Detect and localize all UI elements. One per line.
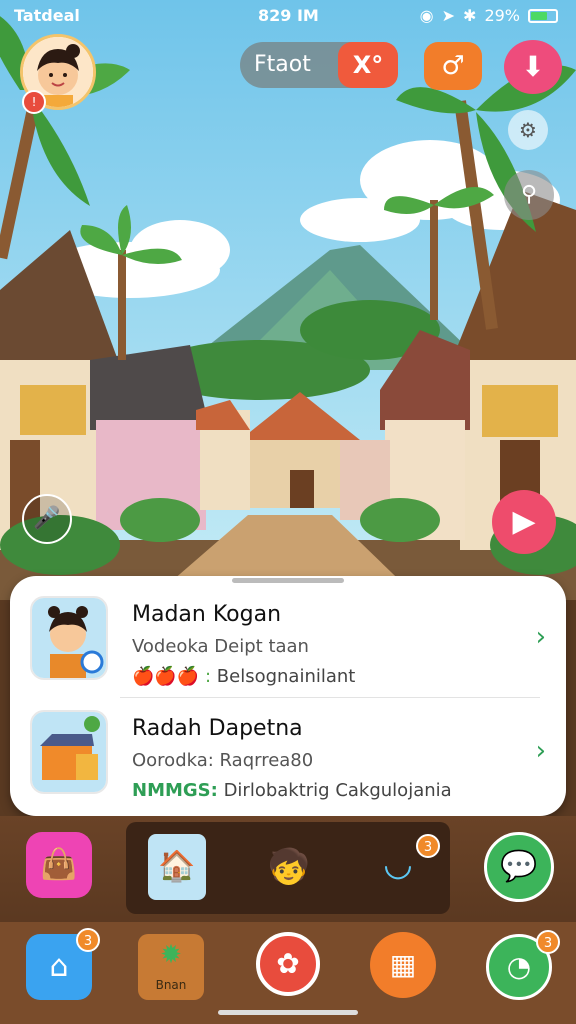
bag-icon: 👜 — [40, 847, 78, 882]
boy-character-icon: 🧒 — [267, 847, 311, 887]
mode-pill[interactable]: Ftaot X° — [240, 42, 398, 88]
nav-inventory[interactable]: ▦ — [370, 932, 436, 998]
list-item-tag: NMMGS: — [132, 780, 218, 801]
message-icon: ◔ — [506, 950, 532, 983]
list-item-title: Madan Kogan — [132, 602, 282, 627]
tree-icon: ✹ — [160, 940, 182, 970]
play-button[interactable]: ▶ — [492, 490, 556, 554]
sheet-handle[interactable] — [232, 578, 344, 583]
treasure-chest-icon — [32, 712, 106, 792]
status-icons: ◉ ➤ ✱ 29% — [420, 6, 558, 25]
microphone-icon: 🎤 — [33, 506, 61, 531]
settings-button[interactable]: ⚙ — [508, 110, 548, 150]
status-bar: Tatdeal 829 IM ◉ ➤ ✱ 29% — [0, 0, 576, 30]
reward-icons: 🍎🍎🍎 : — [132, 666, 212, 687]
download-button[interactable]: ⬇ — [504, 40, 562, 94]
chat-bubble-icon: 💬 — [500, 849, 538, 884]
play-icon: ▶ — [512, 504, 536, 539]
gender-icon: ♂ — [441, 51, 465, 81]
microphone-button[interactable]: 🎤 — [22, 494, 72, 544]
carrier-label: Tatdeal — [14, 6, 80, 25]
list-item-extra-text: Belsognainilant — [216, 666, 356, 687]
close-mode-button[interactable]: X° — [338, 42, 398, 88]
home-badge: 3 — [76, 928, 100, 952]
list-item-subtitle: Oorodka: Raqrrea80 — [132, 750, 314, 771]
profile-alert-badge: ! — [22, 90, 46, 114]
chevron-right-icon[interactable]: › — [536, 736, 546, 766]
character-slot[interactable]: 🧒 — [260, 834, 318, 900]
battery-percent: 29% — [484, 6, 520, 25]
home-icon: ⌂ — [49, 949, 69, 984]
gear-icon: ⚙ — [519, 118, 537, 142]
chat-button[interactable]: 💬 — [484, 832, 554, 902]
list-item-subtitle: Vodeoka Deipt taan — [132, 636, 309, 657]
house-slot[interactable]: 🏠 — [148, 834, 206, 900]
list-item[interactable]: Radah Dapetna Oorodka: Raqrrea80 NMMGS: … — [30, 710, 546, 810]
nav-store-label: Bnan — [155, 978, 187, 992]
bluetooth-icon: ✱ — [463, 6, 477, 25]
gear-icon: ✿ — [276, 947, 300, 980]
location-icon: ➤ — [441, 6, 456, 25]
bowl-icon: ◡ — [383, 844, 413, 884]
shop-bag-button[interactable]: 👜 — [26, 832, 92, 898]
chevron-right-icon[interactable]: › — [536, 622, 546, 652]
item-thumbnail — [30, 710, 108, 794]
clock: 829 IM — [258, 6, 319, 25]
nav-center-action[interactable]: ✿ — [256, 932, 320, 996]
grid-icon: ▦ — [389, 948, 417, 981]
gender-button[interactable]: ♂ — [424, 42, 482, 90]
mode-pill-label: Ftaot — [254, 52, 311, 77]
arrow-down-icon: ⬇ — [521, 50, 545, 83]
house-icon: 🏠 — [158, 849, 196, 884]
list-item-extra: NMMGS: Dirlobaktrig Cakgulojania — [132, 780, 452, 801]
list-item-extra-text: Dirlobaktrig Cakgulojania — [223, 780, 452, 801]
battery-icon — [528, 8, 558, 23]
list-divider — [120, 697, 540, 698]
character-thumbnail — [30, 596, 108, 680]
list-item-extra: 🍎🍎🍎 : Belsognainilant — [132, 666, 355, 687]
home-indicator[interactable] — [218, 1010, 358, 1015]
map-pin-icon: ⚲ — [520, 182, 538, 207]
girl-character-icon — [32, 598, 106, 678]
location-button[interactable]: ⚲ — [504, 170, 554, 220]
nav-store[interactable]: ✹ Bnan — [138, 934, 204, 1000]
list-item-title: Radah Dapetna — [132, 716, 303, 741]
wifi-icon: ◉ — [419, 6, 434, 25]
list-item[interactable]: Madan Kogan Vodeoka Deipt taan 🍎🍎🍎 : Bel… — [30, 596, 546, 696]
tray-badge: 3 — [416, 834, 440, 858]
chat-badge: 3 — [536, 930, 560, 954]
